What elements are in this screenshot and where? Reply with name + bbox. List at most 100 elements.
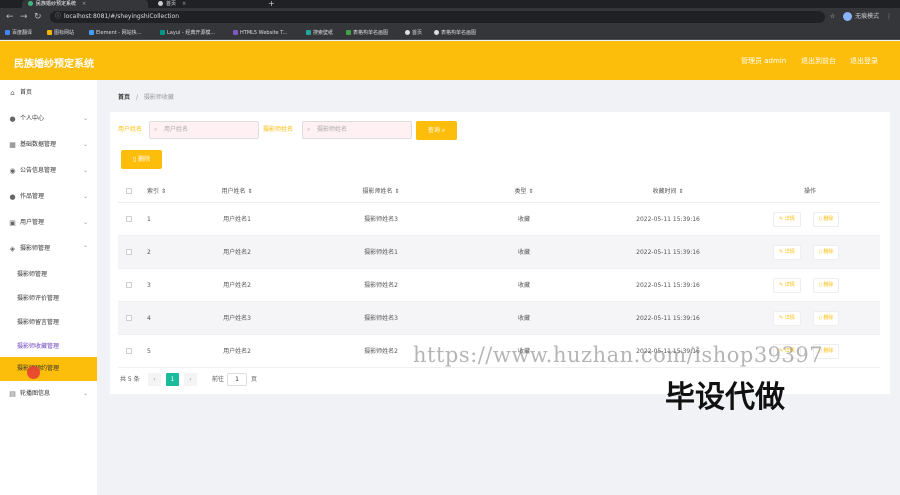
picture-icon: ● xyxy=(9,193,16,201)
sidebar-item-notices[interactable]: ◉ 公告信息管理 ⌄ xyxy=(0,158,97,184)
column-actions: 操作 xyxy=(803,188,817,195)
current-user-label: 管理员 admin xyxy=(741,57,787,65)
row-checkbox[interactable] xyxy=(126,216,132,222)
globe-icon xyxy=(405,30,410,35)
photographer-name-input[interactable]: ⌕ 摄影师姓名 xyxy=(302,121,412,139)
more-icon[interactable]: ⋮ xyxy=(886,13,892,20)
next-page-button[interactable]: › xyxy=(184,373,197,386)
reload-icon[interactable]: ↻ xyxy=(34,12,42,22)
row-checkbox[interactable] xyxy=(126,348,132,354)
bookmark-icon xyxy=(47,30,52,35)
cell-index: 5 xyxy=(147,348,151,355)
bookmark-item[interactable]: Element - 网站快... xyxy=(89,26,141,40)
batch-delete-button[interactable]: ▯ 删除 xyxy=(121,150,162,169)
chevron-down-icon: ⌄ xyxy=(82,193,88,200)
page-number-button[interactable]: 1 xyxy=(166,373,179,386)
sidebar-item-profile[interactable]: ● 个人中心 ⌄ xyxy=(0,106,97,132)
sidebar-item-works[interactable]: ● 作品管理 ⌄ xyxy=(0,184,97,210)
sidebar-subitem-collections[interactable]: 摄影师收藏管理 xyxy=(0,335,97,359)
query-button[interactable]: 查询 ⌕ xyxy=(416,121,457,140)
browser-profile[interactable]: ☆ 无痕模式 ⋮ xyxy=(830,12,892,22)
column-user-name[interactable]: 用户姓名 ⇕ xyxy=(222,180,253,203)
globe-icon xyxy=(434,30,439,35)
users-icon: ▣ xyxy=(9,219,16,227)
cell-type: 收藏 xyxy=(517,282,531,289)
sidebar-item-base-data[interactable]: ▦ 基础数据管理 ⌄ xyxy=(0,132,97,158)
sidebar-subitem-reviews[interactable]: 摄影师评价管理 xyxy=(0,287,97,311)
column-photographer-name[interactable]: 摄影师姓名 ⇕ xyxy=(363,180,400,203)
close-tab-icon[interactable]: × xyxy=(182,1,186,7)
row-checkbox[interactable] xyxy=(126,315,132,321)
new-tab-button[interactable]: + xyxy=(268,0,275,8)
bookmark-icon xyxy=(5,30,10,35)
bookmark-item[interactable]: 表格构单名画图 xyxy=(434,26,476,40)
delete-button[interactable]: ▯ 删除 xyxy=(813,311,840,326)
close-tab-icon[interactable]: × xyxy=(82,1,86,7)
bell-icon: ◉ xyxy=(9,167,16,175)
delete-button[interactable]: ▯ 删除 xyxy=(813,245,840,260)
column-index[interactable]: 索引 ⇕ xyxy=(147,180,166,203)
promo-overlay-text: 毕设代做 xyxy=(665,380,785,415)
delete-button[interactable]: ▯ 删除 xyxy=(813,212,840,227)
sidebar-item-home[interactable]: ⌂ 首页 xyxy=(0,80,97,106)
select-all-checkbox[interactable] xyxy=(126,188,132,194)
sidebar-subitem-messages[interactable]: 摄影师留言管理 xyxy=(0,311,97,335)
row-checkbox[interactable] xyxy=(126,282,132,288)
bookmark-item[interactable]: Layui - 经典开源模... xyxy=(160,26,215,40)
image-icon: ▤ xyxy=(9,390,16,398)
vue-favicon-icon xyxy=(28,1,33,6)
bookmark-item[interactable]: 搜索壁纸 xyxy=(306,26,333,40)
column-collect-time[interactable]: 收藏时间 ⇕ xyxy=(653,180,684,203)
sort-icon: ⇕ xyxy=(160,188,166,195)
bookmark-item[interactable]: 首页 xyxy=(405,26,422,40)
detail-button[interactable]: ✎ 详情 xyxy=(773,212,801,227)
address-bar[interactable]: ⓘ localhost:8081/#/sheyingshiCollection xyxy=(50,11,825,23)
column-type[interactable]: 类型 ⇕ xyxy=(515,180,534,203)
prev-page-button[interactable]: ‹ xyxy=(148,373,161,386)
sidebar-subitem-photographer[interactable]: 摄影师管理 xyxy=(0,263,97,287)
back-icon[interactable]: ← xyxy=(6,12,14,22)
breadcrumb-home[interactable]: 首页 xyxy=(118,94,130,101)
cell-type: 收藏 xyxy=(517,216,531,223)
sort-icon: ⇕ xyxy=(247,188,253,195)
breadcrumb-current: 摄影师收藏 xyxy=(143,94,174,101)
cell-collect-time: 2022-05-11 15:39:16 xyxy=(636,315,700,322)
browser-tab[interactable]: 首页 × xyxy=(152,0,262,8)
browser-tab-active[interactable]: 民族婚纱预定系统 × xyxy=(22,0,148,8)
detail-button[interactable]: ✎ 详情 xyxy=(773,245,801,260)
table-row[interactable]: 2 用户姓名2 摄影师姓名1 收藏 2022-05-11 15:39:16 ✎ … xyxy=(118,236,880,269)
detail-button[interactable]: ✎ 详情 xyxy=(773,278,801,293)
forward-icon[interactable]: → xyxy=(20,12,28,22)
browser-tab-bar: 民族婚纱预定系统 × 首页 × + xyxy=(0,0,900,8)
cell-collect-time: 2022-05-11 15:39:16 xyxy=(636,216,700,223)
table-row[interactable]: 4 用户姓名3 摄影师姓名3 收藏 2022-05-11 15:39:16 ✎ … xyxy=(118,302,880,335)
exit-to-front-link[interactable]: 退出到前台 xyxy=(801,56,836,66)
table-row[interactable]: 1 用户姓名1 摄影师姓名3 收藏 2022-05-11 15:39:16 ✎ … xyxy=(118,203,880,236)
row-checkbox[interactable] xyxy=(126,249,132,255)
logout-link[interactable]: 退出登录 xyxy=(850,56,878,66)
info-icon: ⓘ xyxy=(55,13,62,20)
table-row[interactable]: 3 用户姓名2 摄影师姓名2 收藏 2022-05-11 15:39:16 ✎ … xyxy=(118,269,880,302)
cell-photographer-name: 摄影师姓名2 xyxy=(364,348,398,355)
cell-user-name: 用户姓名2 xyxy=(223,348,251,355)
search-icon: ⌕ xyxy=(307,126,311,133)
detail-button[interactable]: ✎ 详情 xyxy=(773,311,801,326)
bookmark-item[interactable]: HTML5 Website T... xyxy=(233,26,287,40)
camera-icon: ◈ xyxy=(9,245,16,253)
bookmark-item[interactable]: 图标网站 xyxy=(47,26,74,40)
sidebar-item-users[interactable]: ▣ 用户管理 ⌄ xyxy=(0,210,97,236)
bookmark-item[interactable]: 百度翻译 xyxy=(5,26,32,40)
user-name-input[interactable]: ⌕ 用户姓名 xyxy=(149,121,259,139)
edit-icon: ✎ xyxy=(779,216,784,222)
cell-collect-time: 2022-05-11 15:39:16 xyxy=(636,282,700,289)
sort-icon: ⇕ xyxy=(394,188,400,195)
sidebar-item-photographers[interactable]: ◈ 摄影师管理 ⌃ xyxy=(0,236,97,262)
trash-icon: ▯ xyxy=(819,216,822,222)
table-header: 索引 ⇕ 用户姓名 ⇕ 摄影师姓名 ⇕ 类型 ⇕ 收藏时间 ⇕ 操作 xyxy=(118,180,880,203)
sidebar-subitem-bookings[interactable]: 摄影师预约管理 xyxy=(0,357,97,381)
bookmark-item[interactable]: 表格构单名画图 xyxy=(346,26,388,40)
star-icon[interactable]: ☆ xyxy=(830,13,835,20)
goto-page-input[interactable]: 1 xyxy=(227,373,247,386)
sidebar-item-carousel[interactable]: ▤ 轮播图信息 ⌄ xyxy=(0,381,97,407)
delete-button[interactable]: ▯ 删除 xyxy=(813,278,840,293)
